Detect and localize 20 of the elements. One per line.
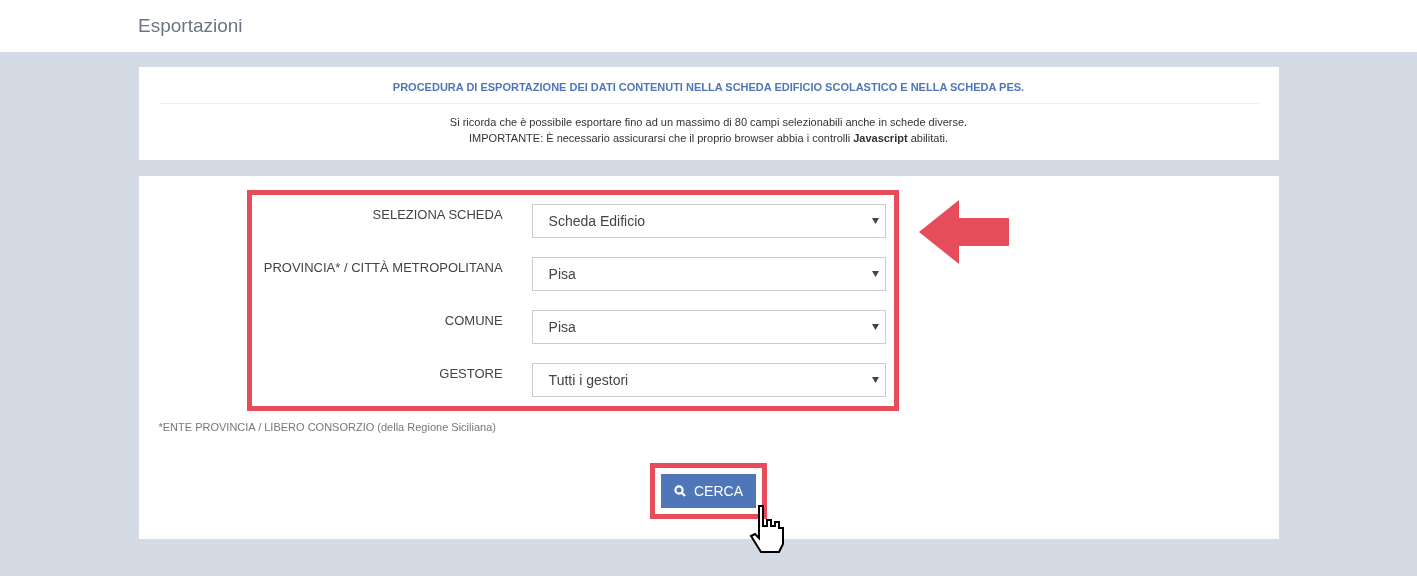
caret-icon bbox=[871, 218, 879, 224]
select-field[interactable]: Pisa bbox=[531, 310, 886, 344]
info-heading: PROCEDURA DI ESPORTAZIONE DEI DATI CONTENUTI NELLA SCHEDA EDIFICIO SCOLASTICO E NELLA SCHEDA PES. bbox=[158, 81, 1259, 104]
page-title: Esportazioni bbox=[138, 15, 243, 37]
caret-icon bbox=[871, 377, 879, 383]
search-icon bbox=[674, 485, 686, 497]
field-label: COMUNE bbox=[443, 312, 503, 328]
info-text: IMPORTANTE: È necessario assicurarsi che il proprio browser abbia i controlli Javascript abilitati. bbox=[468, 131, 949, 146]
select-field[interactable]: Tutti i gestori bbox=[531, 363, 886, 397]
footnote: *ENTE PROVINCIA / LIBERO CONSORZIO (della Regione Siciliana) bbox=[157, 420, 497, 433]
field-label: GESTORE bbox=[438, 365, 503, 381]
select-field[interactable]: Scheda Edificio bbox=[531, 204, 886, 238]
select-field[interactable]: Pisa bbox=[531, 257, 886, 291]
caret-icon bbox=[871, 324, 879, 330]
info-text: Si ricorda che è possibile esportare fino ad un massimo di 80 campi selezionabili anche in schede diverse. bbox=[448, 115, 969, 130]
field-label: PROVINCIA* / CITTÀ METROPOLITANA bbox=[262, 259, 503, 275]
caret-icon bbox=[871, 271, 879, 277]
search-button[interactable]: CERCA bbox=[661, 474, 756, 508]
field-label: SELEZIONA SCHEDA bbox=[371, 206, 503, 222]
arrow-left-icon bbox=[918, 200, 1009, 264]
